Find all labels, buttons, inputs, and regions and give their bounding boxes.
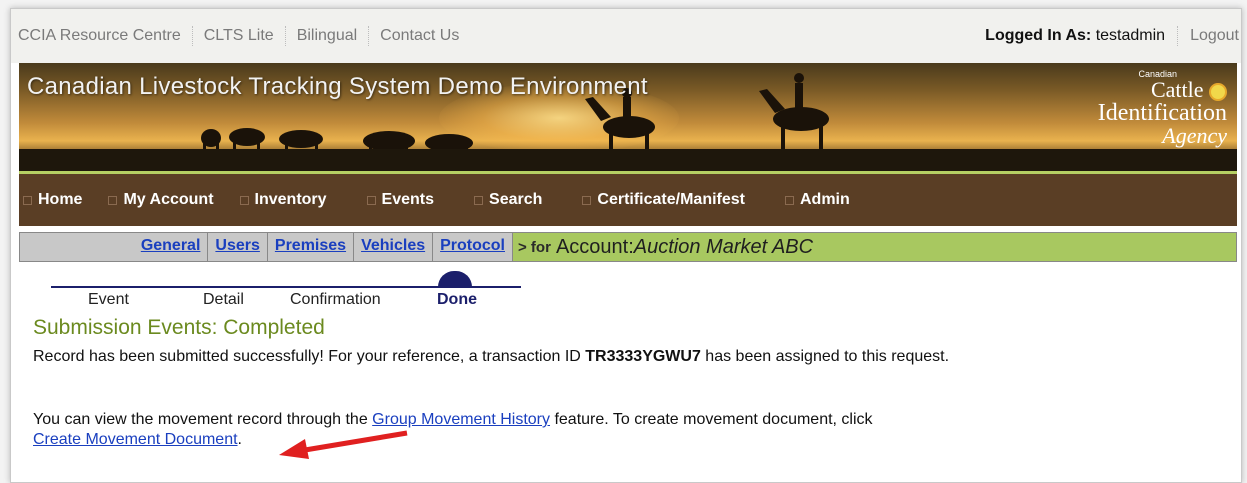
nav-inventory[interactable]: Inventory <box>239 191 327 209</box>
ccia-logo: Canadian Cattle Identification Agency <box>1098 69 1227 147</box>
link-clts-lite[interactable]: CLTS Lite <box>193 26 286 46</box>
bullet-icon <box>366 195 376 205</box>
create-movement-document-link[interactable]: Create Movement Document <box>33 431 238 448</box>
step-detail: Detail <box>203 291 244 308</box>
nav-certificate-manifest[interactable]: Certificate/Manifest <box>582 191 745 209</box>
link-bilingual[interactable]: Bilingual <box>286 26 370 46</box>
header-banner: Canadian Livestock Tracking System Demo … <box>19 63 1237 171</box>
bullet-icon <box>474 195 484 205</box>
link-contact-us[interactable]: Contact Us <box>369 26 470 46</box>
nav-events[interactable]: Events <box>366 191 434 209</box>
logged-in-status: Logged In As: testadmin <box>985 26 1179 46</box>
bullet-icon <box>582 195 592 205</box>
tab-general[interactable]: General <box>133 233 208 261</box>
banner-ground <box>19 149 1237 171</box>
link-resource-centre[interactable]: CCIA Resource Centre <box>18 26 193 46</box>
logo-cattle: Cattle <box>1150 77 1204 102</box>
bullet-icon <box>108 195 118 205</box>
current-step-indicator <box>438 271 472 287</box>
banner-title: Canadian Livestock Tracking System Demo … <box>27 73 648 100</box>
account-tabs: General Users Premises Vehicles Protocol <box>20 233 512 261</box>
top-utility-bar: CCIA Resource Centre CLTS Lite Bilingual… <box>11 9 1241 63</box>
logo-agency: Agency <box>1162 123 1227 148</box>
logged-in-user: testadmin <box>1095 27 1166 44</box>
step-done: Done <box>437 291 477 308</box>
progress-steps: Event Detail Confirmation Done <box>51 271 521 311</box>
success-message: Record has been submitted successfully! … <box>33 348 950 365</box>
tab-users[interactable]: Users <box>207 233 267 261</box>
tab-vehicles[interactable]: Vehicles <box>353 233 433 261</box>
for-label: > for <box>518 238 551 256</box>
account-label: Account: <box>555 235 634 258</box>
logout-link[interactable]: Logout <box>1178 26 1241 46</box>
top-links: CCIA Resource Centre CLTS Lite Bilingual… <box>18 26 470 46</box>
logged-in-label: Logged In As: <box>985 27 1092 44</box>
step-confirmation: Confirmation <box>290 291 381 308</box>
logo-identification: Identification <box>1097 100 1227 126</box>
bullet-icon <box>239 195 249 205</box>
transaction-id: TR3333YGWU7 <box>585 348 701 365</box>
nav-home[interactable]: Home <box>23 191 82 209</box>
nav-search[interactable]: Search <box>474 191 542 209</box>
account-context: > for Account: Auction Market ABC <box>512 233 1236 261</box>
bullet-icon <box>23 195 32 205</box>
nav-admin[interactable]: Admin <box>784 191 850 209</box>
page-frame: CCIA Resource Centre CLTS Lite Bilingual… <box>10 8 1242 483</box>
main-navigation: Home My Account Inventory Events Search … <box>19 174 1237 226</box>
step-event: Event <box>88 291 129 308</box>
group-movement-history-link[interactable]: Group Movement History <box>372 411 550 428</box>
nav-my-account[interactable]: My Account <box>108 191 214 209</box>
flower-icon <box>1209 82 1227 101</box>
red-arrow-icon <box>279 430 408 459</box>
movement-message: You can view the movement record through… <box>33 411 873 448</box>
tab-premises[interactable]: Premises <box>266 233 354 261</box>
user-area: Logged In As: testadmin Logout <box>985 26 1241 46</box>
account-name: Auction Market ABC <box>633 235 814 258</box>
tab-protocol[interactable]: Protocol <box>432 233 512 261</box>
page-title: Submission Events: Completed <box>33 316 325 339</box>
bullet-icon <box>784 195 794 205</box>
account-subnav: General Users Premises Vehicles Protocol… <box>19 232 1237 262</box>
